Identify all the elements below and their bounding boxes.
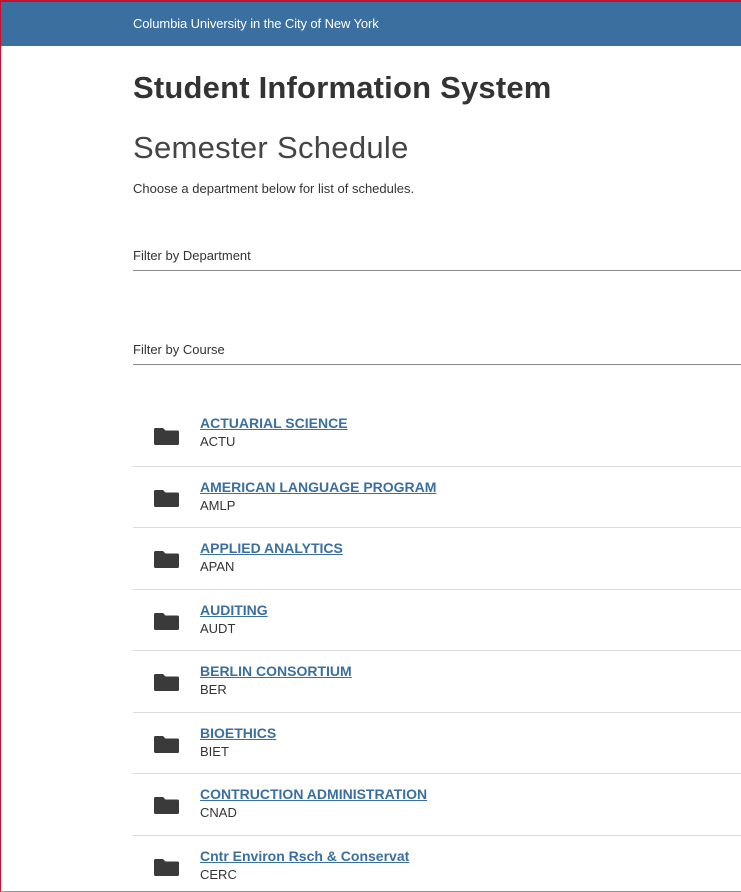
university-name[interactable]: Columbia University in the City of New Y… xyxy=(133,2,379,45)
department-item: BIOETHICS BIET xyxy=(133,713,741,774)
folder-icon xyxy=(154,858,179,876)
department-link[interactable]: Cntr Environ Rsch & Conservat xyxy=(200,848,409,864)
department-filter-input[interactable] xyxy=(133,241,741,270)
department-link[interactable]: CONTRUCTION ADMINISTRATION xyxy=(200,786,427,802)
department-code: BER xyxy=(200,682,227,697)
department-item: APPLIED ANALYTICS APAN xyxy=(133,528,741,590)
course-filter xyxy=(133,335,741,365)
department-item: AMERICAN LANGUAGE PROGRAM AMLP xyxy=(133,467,741,528)
department-list: ACTUARIAL SCIENCE ACTU AMERICAN LANGUAGE… xyxy=(133,405,741,892)
department-code: CNAD xyxy=(200,805,237,820)
folder-icon xyxy=(154,612,179,630)
page-description: Choose a department below for list of sc… xyxy=(133,181,415,196)
department-link[interactable]: ACTUARIAL SCIENCE xyxy=(200,415,348,431)
department-code: CERC xyxy=(200,866,237,882)
page-frame: Columbia University in the City of New Y… xyxy=(0,0,741,892)
department-link[interactable]: APPLIED ANALYTICS xyxy=(200,540,343,556)
department-item: ACTUARIAL SCIENCE ACTU xyxy=(133,405,741,467)
university-banner: Columbia University in the City of New Y… xyxy=(1,2,741,46)
folder-icon xyxy=(154,674,179,691)
folder-icon xyxy=(154,797,179,814)
department-item: AUDITING AUDT xyxy=(133,590,741,651)
department-item: BERLIN CONSORTIUM BER xyxy=(133,651,741,713)
department-link[interactable]: AMERICAN LANGUAGE PROGRAM xyxy=(200,479,436,495)
folder-icon xyxy=(154,551,179,568)
department-link[interactable]: BIOETHICS xyxy=(200,725,276,741)
department-filter xyxy=(133,241,741,271)
department-link[interactable]: AUDITING xyxy=(200,602,268,618)
department-code: ACTU xyxy=(200,434,236,449)
department-code: APAN xyxy=(200,559,235,574)
page-title: Semester Schedule xyxy=(133,130,409,165)
department-item: CONTRUCTION ADMINISTRATION CNAD xyxy=(133,774,741,836)
department-item: Cntr Environ Rsch & Conservat CERC xyxy=(133,836,741,892)
department-code: BIET xyxy=(200,743,229,759)
folder-icon xyxy=(154,735,179,753)
department-code: AMLP xyxy=(200,497,236,513)
department-link[interactable]: BERLIN CONSORTIUM xyxy=(200,663,352,679)
system-title: Student Information System xyxy=(133,70,552,105)
folder-icon xyxy=(154,489,179,507)
folder-icon xyxy=(154,428,179,445)
course-filter-input[interactable] xyxy=(133,335,741,364)
department-code: AUDT xyxy=(200,620,236,636)
